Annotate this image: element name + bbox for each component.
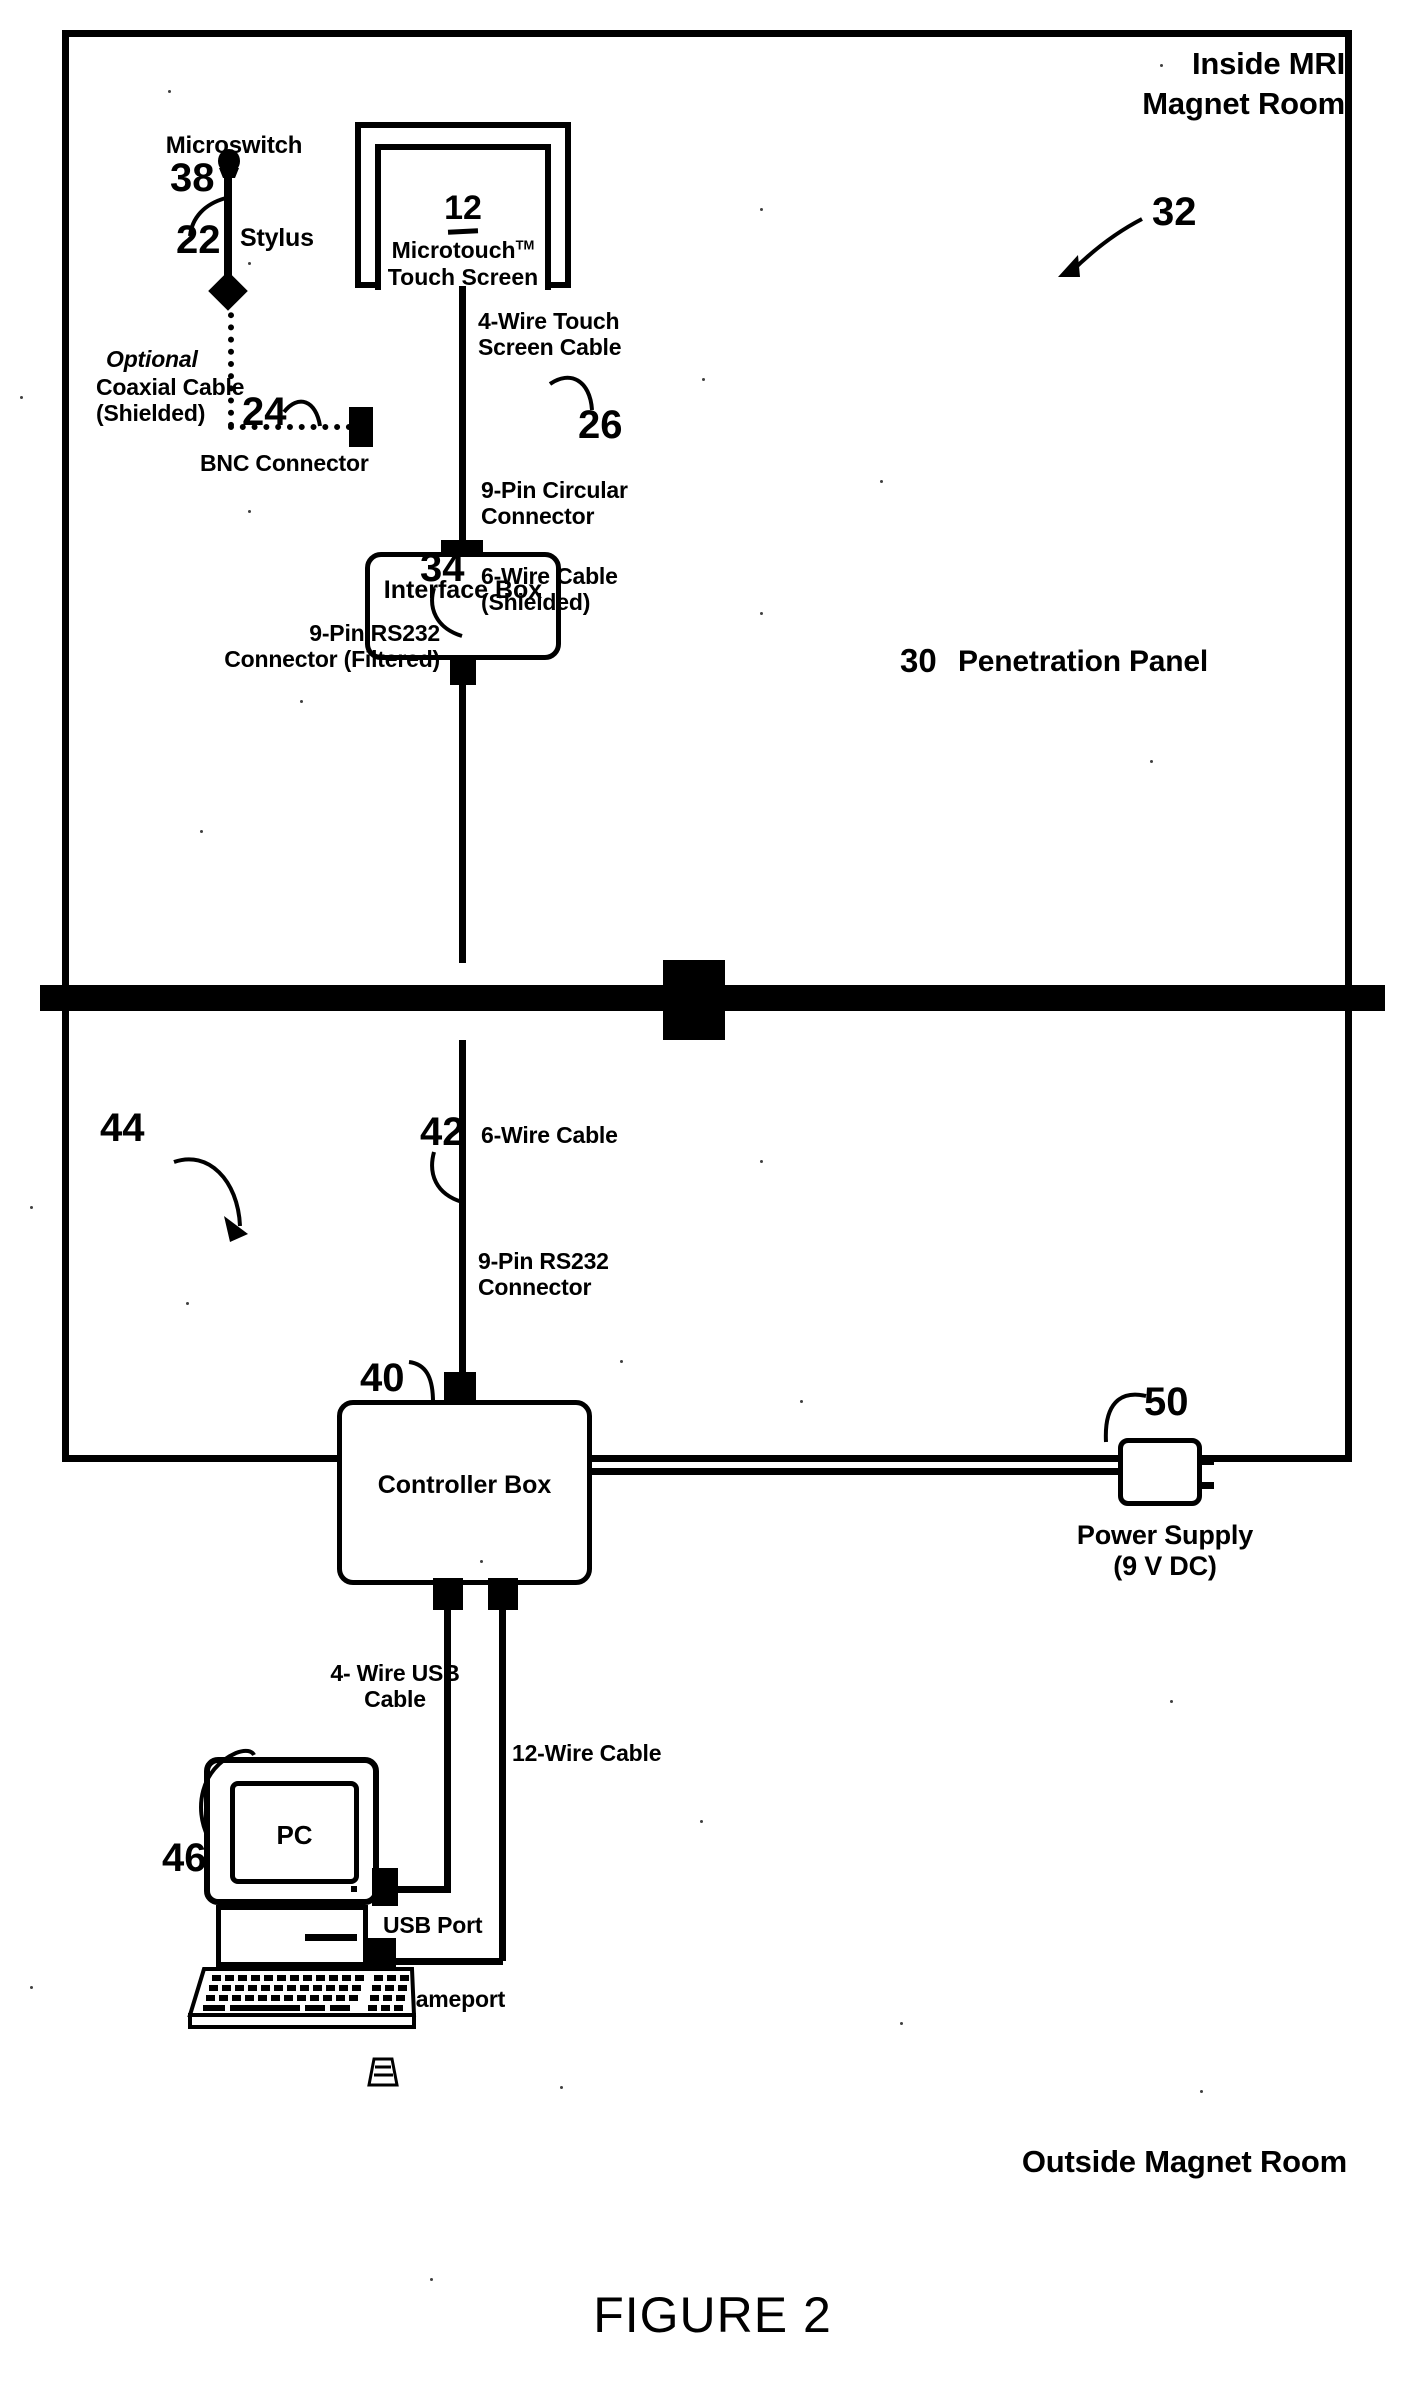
- penetration-panel-label: Penetration Panel: [958, 645, 1209, 678]
- coaxial-cable-label-line2: Coaxial Cable: [96, 374, 245, 400]
- touch-screen-brand: Microtouch: [391, 237, 516, 264]
- scan-speckle: [760, 612, 763, 615]
- twelve-wire-cable-horizontal: [386, 1958, 503, 1965]
- touch-screen-inner-bezel: 12 MicrotouchTM Touch Screen: [375, 144, 551, 290]
- stylus-label: Stylus: [240, 224, 314, 252]
- usb-cable-vertical: [444, 1606, 451, 1893]
- bnc-connector-lead-line: [282, 399, 322, 427]
- ref-number-underline: [447, 228, 479, 235]
- power-supply-lead-line: [1103, 1392, 1147, 1443]
- touch-screen-labels: 12 MicrotouchTM Touch Screen: [381, 188, 545, 291]
- six-wire-cable-lower: [459, 1040, 466, 1400]
- scan-speckle: [30, 1986, 33, 1989]
- power-supply-unit: [1118, 1438, 1202, 1506]
- controller-box-ref-number: 40: [360, 1356, 405, 1400]
- controller-box-label: Controller Box: [377, 1471, 552, 1499]
- rs232-connector-label: 9-Pin RS232 Connector: [478, 1248, 609, 1301]
- trademark-symbol: TM: [515, 237, 535, 253]
- inside-magnet-room-label: Inside MRI Magnet Room: [1142, 46, 1345, 122]
- pc-drive-slot: [305, 1934, 357, 1941]
- penetration-panel-feedthrough: [663, 960, 725, 1040]
- scan-speckle: [1170, 1700, 1173, 1703]
- six-wire-label: 6-Wire Cable: [481, 1122, 618, 1148]
- scan-speckle: [900, 2022, 903, 2025]
- usb-port-nub: [372, 1868, 398, 1906]
- power-supply-prong-top: [1200, 1458, 1214, 1465]
- system-inside-ref-number: 32: [1152, 190, 1197, 234]
- six-wire-shielded-label: 6-Wire Cable (Shielded): [481, 563, 618, 616]
- rs232-filtered-label: 9-Pin RS232 Connector (Filtered): [224, 620, 440, 673]
- pc-lead-line: [199, 1748, 256, 1838]
- scan-speckle: [800, 1400, 803, 1403]
- circular-connector-label: 9-Pin Circular Connector: [481, 477, 628, 530]
- coaxial-cable-vertical: [228, 300, 234, 428]
- scan-speckle: [248, 262, 251, 265]
- scan-speckle: [880, 480, 883, 483]
- power-supply-label: Power Supply (9 V DC): [1076, 1520, 1254, 1581]
- pc-ref-number: 46: [162, 1836, 207, 1880]
- pc-base-unit: [216, 1905, 368, 1967]
- figure-caption: FIGURE 2: [593, 2287, 832, 2343]
- controller-box: Controller Box: [337, 1400, 592, 1585]
- scan-speckle: [1150, 760, 1153, 763]
- scan-speckle: [200, 830, 203, 833]
- system-outside-ref-number: 44: [100, 1106, 145, 1150]
- scan-speckle: [430, 2278, 433, 2281]
- scan-speckle: [702, 378, 705, 381]
- scan-speckle: [20, 396, 23, 399]
- coaxial-cable-label-line3: (Shielded): [96, 400, 206, 426]
- six-wire-ref-number: 42: [420, 1110, 465, 1154]
- bnc-connector-ref-number: 24: [242, 390, 287, 434]
- stylus-lead-line: [188, 196, 227, 237]
- six-wire-shielded-ref-number: 34: [420, 546, 465, 590]
- touch-screen-cable-label: 4-Wire Touch Screen Cable: [478, 308, 622, 361]
- scan-speckle: [760, 208, 763, 211]
- scan-speckle: [168, 90, 171, 93]
- touch-screen-ref-number: 12: [444, 189, 482, 227]
- scan-speckle: [186, 1302, 189, 1305]
- pc-power-led: [351, 1886, 357, 1892]
- touch-screen-cable-wire: [459, 286, 466, 558]
- scan-speckle: [620, 1360, 623, 1363]
- twelve-wire-cable-vertical: [499, 1606, 506, 1961]
- circular-connector-nub: [450, 655, 476, 685]
- scan-speckle: [760, 1160, 763, 1163]
- bnc-connector-nub: [349, 407, 373, 447]
- touch-screen-outer-bezel: 12 MicrotouchTM Touch Screen: [355, 122, 571, 290]
- usb-cable-label: 4- Wire USB Cable: [330, 1660, 460, 1713]
- outside-magnet-room-label: Outside Magnet Room: [1021, 2144, 1347, 2179]
- scan-speckle: [560, 2086, 563, 2089]
- power-supply-prong-bottom: [1200, 1482, 1214, 1489]
- keyboard-icon: [187, 1967, 417, 2029]
- mouse-icon: [367, 2057, 399, 2087]
- power-supply-wire: [590, 1468, 1122, 1475]
- scan-speckle: [700, 1820, 703, 1823]
- patent-figure-page: Inside MRI Magnet Room 12 MicrotouchTM T…: [0, 0, 1425, 2406]
- six-wire-shielded-cable: [459, 683, 466, 963]
- scan-speckle: [1160, 64, 1163, 67]
- scan-speckle: [1200, 2090, 1203, 2093]
- six-wire-lead-line: [430, 1151, 463, 1204]
- coaxial-cable-label-optional: Optional: [106, 346, 198, 372]
- system-inside-arrow: [1058, 217, 1143, 277]
- interface-box-lead-line: [548, 375, 594, 411]
- twelve-wire-cable-label: 12-Wire Cable: [512, 1740, 662, 1766]
- scan-speckle: [480, 1560, 483, 1563]
- penetration-panel-ref-number: 30: [900, 642, 937, 679]
- usb-port-label: USB Port: [383, 1912, 483, 1938]
- system-outside-arrow: [173, 1157, 248, 1242]
- scan-speckle: [248, 510, 251, 513]
- bnc-connector-label: BNC Connector: [200, 450, 369, 476]
- scan-speckle: [30, 1206, 33, 1209]
- scan-speckle: [300, 700, 303, 703]
- controller-box-lead-line: [408, 1360, 435, 1403]
